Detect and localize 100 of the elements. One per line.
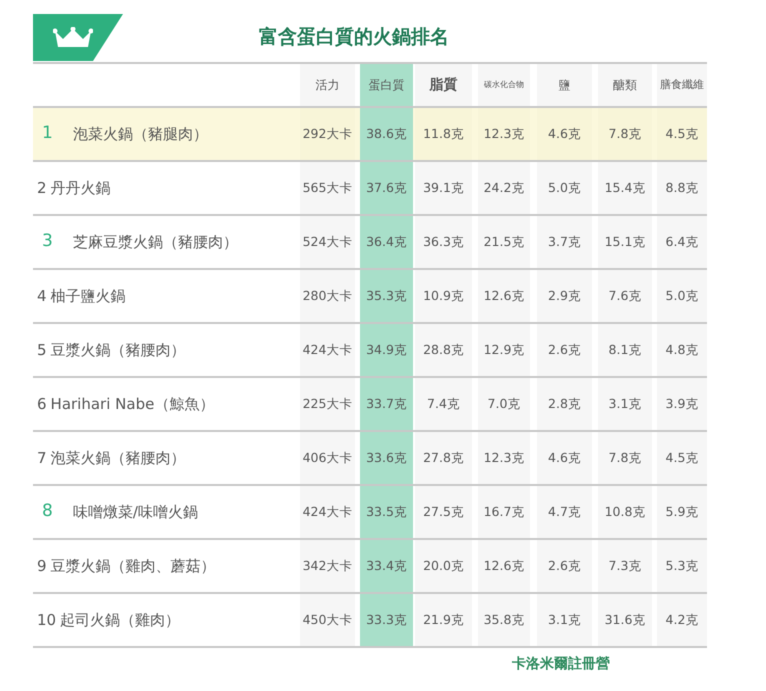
- table-cell: 16.7克: [478, 486, 530, 538]
- table-cell: 7.6克: [598, 270, 652, 322]
- hotpot-name: 豆漿火鍋（豬腰肉）: [50, 340, 186, 361]
- table-cell: 5.9克: [657, 486, 707, 538]
- table-cell: 7.8克: [598, 108, 652, 160]
- table-cell: 5.0克: [657, 270, 707, 322]
- table-cell: 12.9克: [478, 324, 530, 376]
- table-cell: 3.1克: [598, 378, 652, 430]
- hotpot-name: 豆漿火鍋（雞肉、蘑菇）: [50, 556, 216, 577]
- table-cell: 2.9克: [537, 270, 592, 322]
- hotpot-name: 味噌燉菜/味噌火鍋: [72, 502, 198, 523]
- rank-number: 5: [37, 340, 47, 361]
- hotpot-name: 柚子鹽火鍋: [50, 286, 126, 307]
- table-cell: 27.5克: [415, 486, 472, 538]
- table-cell: 38.6克: [360, 108, 413, 160]
- table-cell: 28.8克: [415, 324, 472, 376]
- table-cell: 7.0克: [478, 378, 530, 430]
- table-cell: 292大卡: [300, 108, 355, 160]
- rank-number: 1: [42, 122, 53, 146]
- hotpot-name: 丹丹火鍋: [50, 178, 111, 199]
- table-cell: 10.9克: [415, 270, 472, 322]
- rank-number: 6: [37, 394, 47, 415]
- column-header: 活力: [300, 64, 355, 106]
- hotpot-name: 泡菜火鍋（豬腰肉）: [50, 448, 186, 469]
- table-cell: 39.1克: [415, 162, 472, 214]
- table-cell: 4.6克: [537, 108, 592, 160]
- table-cell: 11.8克: [415, 108, 472, 160]
- rank-number: 3: [42, 230, 53, 254]
- column-header: 醣類: [598, 64, 652, 106]
- source-credit: 卡洛米爾註冊營: [512, 655, 610, 674]
- table-cell: 4.6克: [537, 432, 592, 484]
- table-cell: 21.5克: [478, 216, 530, 268]
- table-cell: 12.6克: [478, 540, 530, 592]
- column-header: 鹽: [537, 64, 592, 106]
- table-cell: 33.3克: [360, 594, 413, 646]
- table-cell: 565大卡: [300, 162, 355, 214]
- table-cell: 35.3克: [360, 270, 413, 322]
- column-header: 脂質: [415, 64, 472, 106]
- table-cell: 424大卡: [300, 324, 355, 376]
- table-cell: 33.7克: [360, 378, 413, 430]
- table-cell: 424大卡: [300, 486, 355, 538]
- table-cell: 34.9克: [360, 324, 413, 376]
- table-cell: 4.2克: [657, 594, 707, 646]
- table-title: 富含蛋白質的火鍋排名: [259, 25, 449, 50]
- table-cell: 7.3克: [598, 540, 652, 592]
- rank-number: 10: [37, 610, 56, 631]
- table-cell: 21.9克: [415, 594, 472, 646]
- hotpot-name: Harihari Nabe（鯨魚）: [50, 394, 214, 415]
- table-cell: 12.3克: [478, 432, 530, 484]
- table-cell: 406大卡: [300, 432, 355, 484]
- hotpot-name: 起司火鍋（雞肉）: [60, 610, 180, 631]
- table-cell: 4.5克: [657, 108, 707, 160]
- table-cell: 33.4克: [360, 540, 413, 592]
- table-cell: 27.8克: [415, 432, 472, 484]
- column-header: 膳食纖維: [657, 64, 707, 106]
- table-cell: 15.4克: [598, 162, 652, 214]
- table-cell: 2.6克: [537, 324, 592, 376]
- column-header: 蛋白質: [360, 64, 413, 106]
- hotpot-name: 芝麻豆漿火鍋（豬腰肉）: [72, 232, 238, 253]
- rank-number: 9: [37, 556, 47, 577]
- crown-icon: [53, 26, 93, 48]
- table-cell: 2.8克: [537, 378, 592, 430]
- table-cell: 342大卡: [300, 540, 355, 592]
- table-cell: 4.5克: [657, 432, 707, 484]
- table-cell: 6.4克: [657, 216, 707, 268]
- table-cell: 8.1克: [598, 324, 652, 376]
- table-cell: 450大卡: [300, 594, 355, 646]
- table-cell: 36.3克: [415, 216, 472, 268]
- table-cell: 36.4克: [360, 216, 413, 268]
- hotpot-name: 泡菜火鍋（豬腿肉）: [72, 124, 208, 145]
- table-cell: 31.6克: [598, 594, 652, 646]
- table-cell: 8.8克: [657, 162, 707, 214]
- table-cell: 35.8克: [478, 594, 530, 646]
- table-cell: 2.6克: [537, 540, 592, 592]
- table-cell: 33.5克: [360, 486, 413, 538]
- rank-number: 7: [37, 448, 47, 469]
- rank-number: 4: [37, 286, 47, 307]
- table-cell: 4.8克: [657, 324, 707, 376]
- table-cell: 15.1克: [598, 216, 652, 268]
- column-header: 碳水化合物: [478, 64, 530, 106]
- table-cell: 24.2克: [478, 162, 530, 214]
- table-cell: 20.0克: [415, 540, 472, 592]
- table-cell: 12.6克: [478, 270, 530, 322]
- table-cell: 3.1克: [537, 594, 592, 646]
- table-cell: 7.8克: [598, 432, 652, 484]
- rank-number: 8: [42, 500, 53, 524]
- table-cell: 3.9克: [657, 378, 707, 430]
- table-cell: 5.3克: [657, 540, 707, 592]
- rank-number: 2: [37, 178, 47, 199]
- table-cell: 280大卡: [300, 270, 355, 322]
- table-cell: 37.6克: [360, 162, 413, 214]
- table-cell: 4.7克: [537, 486, 592, 538]
- table-cell: 12.3克: [478, 108, 530, 160]
- table-cell: 10.8克: [598, 486, 652, 538]
- table-cell: 3.7克: [537, 216, 592, 268]
- table-cell: 524大卡: [300, 216, 355, 268]
- table-cell: 225大卡: [300, 378, 355, 430]
- table-cell: 33.6克: [360, 432, 413, 484]
- table-cell: 7.4克: [415, 378, 472, 430]
- table-cell: 5.0克: [537, 162, 592, 214]
